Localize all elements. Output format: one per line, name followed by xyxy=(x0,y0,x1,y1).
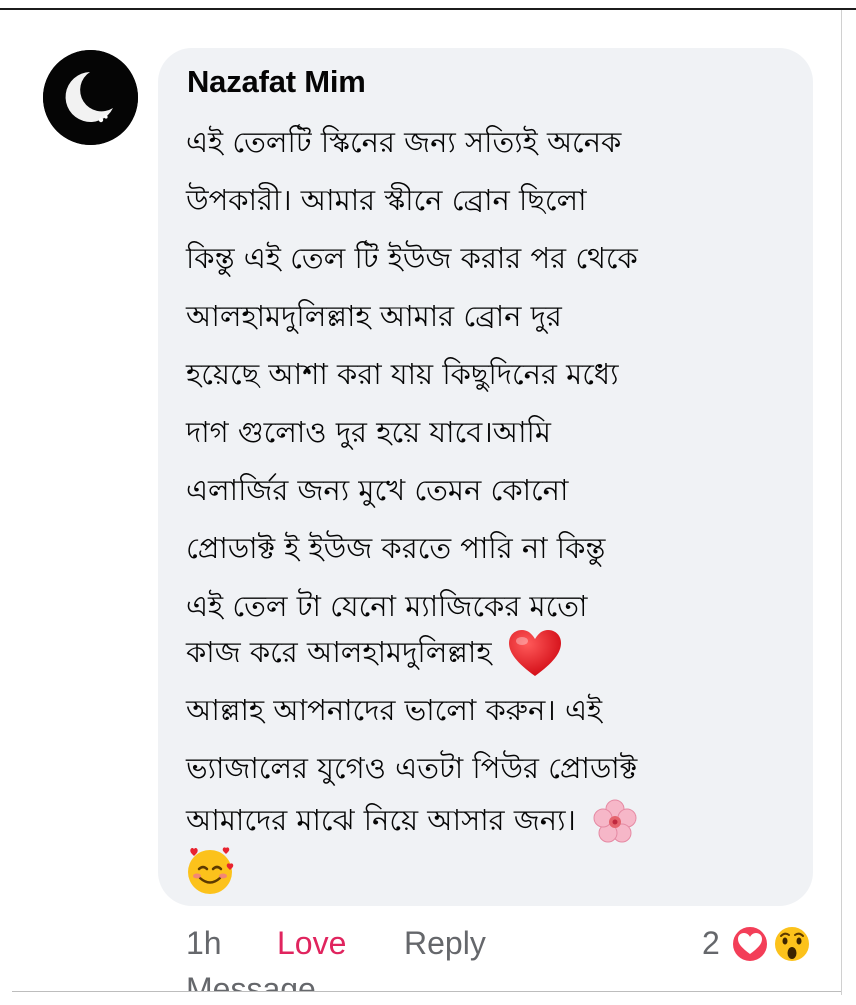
comment-text-line: ভ্যাজালের যুগেও এতটা পিউর প্রোডাক্ট xyxy=(186,751,638,785)
comment-text-segment: কাজ করে আলহামদুলিল্লাহ xyxy=(186,635,492,669)
top-divider xyxy=(0,8,856,10)
love-button[interactable]: Love xyxy=(277,920,346,966)
right-border xyxy=(841,10,842,995)
bottom-divider xyxy=(12,991,841,992)
smiling-face-with-hearts-icon xyxy=(188,847,234,894)
message-link[interactable]: Message xyxy=(186,966,316,991)
avatar[interactable] xyxy=(43,50,138,145)
cherry-blossom-icon xyxy=(593,799,637,843)
reaction-count[interactable]: 2 xyxy=(702,920,720,966)
comment-text-line-with-emoji: আমাদের মাঝে নিয়ে আসার জন্য। xyxy=(186,791,639,849)
love-reaction-icon[interactable] xyxy=(730,924,770,964)
comment-text-line: এলার্জির জন্য মুখে তেমন কোনো xyxy=(186,473,569,507)
crescent-moon-icon xyxy=(43,50,138,145)
comment-text-line-with-emoji: কাজ করে আলহামদুলিল্লাহ xyxy=(186,623,563,681)
comment-text-line: আলহামদুলিল্লাহ আমার ব্রোন দুর xyxy=(186,299,562,333)
comment-text-line: আল্লাহ আপনাদের ভালো করুন। এই xyxy=(186,693,603,727)
comment-text-line: উপকারী। আমার স্কীনে ব্রোন ছিলো xyxy=(186,183,587,217)
red-heart-icon xyxy=(508,630,561,676)
comment-text-line: এই তেলটি স্কিনের জন্য সত্যিই অনেক xyxy=(186,125,622,159)
comment-text-line: হয়েছে আশা করা যায় কিছুদিনের মধ্যে xyxy=(186,357,619,391)
wow-reaction-icon[interactable] xyxy=(770,924,814,964)
comment-text-line: দাগ গুলোও দুর হয়ে যাবে।আমি xyxy=(186,415,551,449)
comment-text-line: কিন্তু এই তেল টি ইউজ করার পর থেকে xyxy=(186,241,638,275)
comment-timestamp[interactable]: 1h xyxy=(186,920,222,966)
reply-button[interactable]: Reply xyxy=(404,920,486,966)
comment-author[interactable]: Nazafat Mim xyxy=(187,64,366,100)
comment-text-line: প্রোডাক্ট ই ইউজ করতে পারি না কিন্তু xyxy=(186,531,606,565)
comment-text-segment: আমাদের মাঝে নিয়ে আসার জন্য। xyxy=(186,803,576,837)
